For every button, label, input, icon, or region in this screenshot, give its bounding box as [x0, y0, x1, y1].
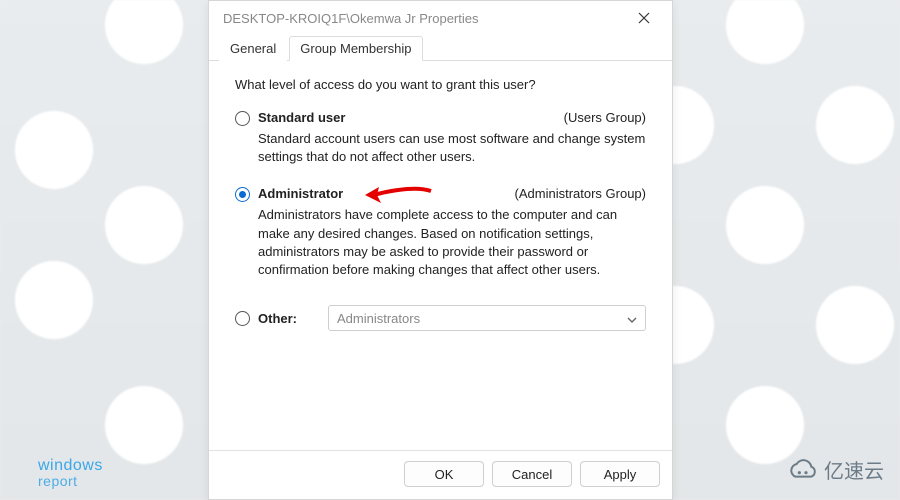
- access-prompt: What level of access do you want to gran…: [235, 77, 646, 92]
- option-administrator: Administrator (Administrators Group): [235, 186, 646, 202]
- tab-general[interactable]: General: [219, 36, 287, 61]
- radio-administrator[interactable]: [235, 187, 250, 202]
- cancel-button[interactable]: Cancel: [492, 461, 572, 487]
- watermark-yisuyun: 亿速云: [786, 455, 884, 484]
- administrator-label: Administrator: [258, 186, 343, 201]
- titlebar: DESKTOP-KROIQ1F\Okemwa Jr Properties: [209, 1, 672, 35]
- other-group-selected: Administrators: [337, 311, 627, 326]
- option-other: Other: Administrators: [235, 305, 646, 331]
- watermark-windows-report: windows report: [38, 458, 103, 488]
- radio-standard-user[interactable]: [235, 111, 250, 126]
- ok-button[interactable]: OK: [404, 461, 484, 487]
- cloud-icon: [786, 459, 818, 481]
- standard-user-label: Standard user: [258, 110, 345, 125]
- radio-other[interactable]: [235, 311, 250, 326]
- other-group-select[interactable]: Administrators: [328, 305, 646, 331]
- tab-row: General Group Membership: [209, 35, 672, 61]
- standard-user-description: Standard account users can use most soft…: [235, 130, 646, 166]
- chevron-down-icon: [627, 311, 637, 326]
- administrator-group: (Administrators Group): [515, 186, 646, 201]
- window-title: DESKTOP-KROIQ1F\Okemwa Jr Properties: [223, 11, 626, 26]
- close-icon: [638, 12, 650, 24]
- standard-user-group: (Users Group): [564, 110, 646, 125]
- dialog-footer: OK Cancel Apply: [209, 450, 672, 499]
- tab-group-membership[interactable]: Group Membership: [289, 36, 422, 61]
- administrator-description: Administrators have complete access to t…: [235, 206, 646, 279]
- apply-button[interactable]: Apply: [580, 461, 660, 487]
- properties-dialog: DESKTOP-KROIQ1F\Okemwa Jr Properties Gen…: [208, 0, 673, 500]
- option-standard: Standard user (Users Group): [235, 110, 646, 126]
- tab-content: What level of access do you want to gran…: [209, 61, 672, 450]
- other-label: Other:: [258, 311, 308, 326]
- close-button[interactable]: [626, 4, 662, 32]
